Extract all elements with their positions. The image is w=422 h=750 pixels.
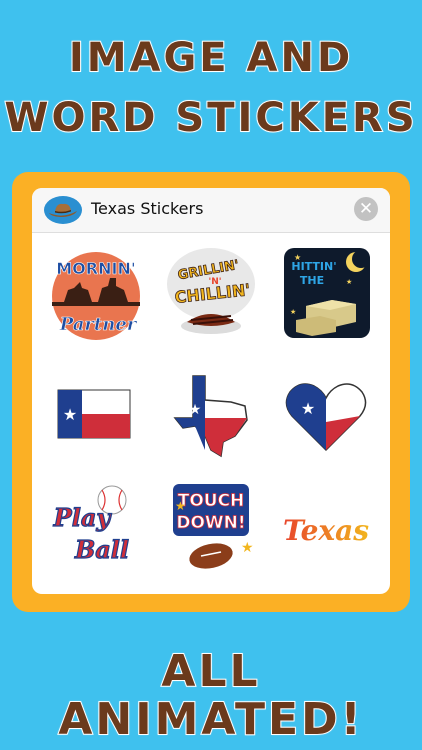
close-button[interactable]: ✕ xyxy=(354,197,378,221)
hittin-text: HITTIN' xyxy=(291,260,336,273)
sticker-texas-script[interactable]: Texas xyxy=(276,480,376,580)
sticker-pack-title: Texas Stickers xyxy=(91,199,204,218)
ball-text: Ball xyxy=(74,535,129,564)
sticker-texas-flag[interactable]: ★ xyxy=(46,362,146,462)
sticker-grid: MORNIN' Partner GRILLIN' 'N' CHILLIN' ★ … xyxy=(32,232,390,594)
svg-text:★: ★ xyxy=(290,308,296,316)
sticker-texas-map-flag[interactable]: ★ xyxy=(161,362,261,462)
svg-text:★: ★ xyxy=(175,499,186,513)
texas-script-text: Texas xyxy=(283,514,369,547)
svg-text:★: ★ xyxy=(346,278,352,286)
touch-text: TOUCH xyxy=(178,491,245,511)
sticker-hittin-the-hay[interactable]: ★ ★ ★ HITTIN' THE xyxy=(276,244,376,344)
mornin-text: MORNIN' xyxy=(56,259,135,278)
close-icon: ✕ xyxy=(358,199,374,219)
headline-line-1: IMAGE AND xyxy=(68,35,354,81)
partner-text: Partner xyxy=(59,314,138,335)
svg-text:★: ★ xyxy=(189,402,202,418)
svg-text:★: ★ xyxy=(63,405,77,424)
the-text: THE xyxy=(300,274,324,287)
cowboy-hat-icon xyxy=(44,196,82,224)
play-text: Play xyxy=(53,503,113,532)
svg-text:★: ★ xyxy=(301,399,315,418)
sticker-touch-down[interactable]: TOUCH DOWN! ★ ★ xyxy=(161,480,261,580)
sticker-panel-header: Texas Stickers ✕ xyxy=(32,188,390,233)
sticker-texas-heart[interactable]: ★ xyxy=(276,362,376,462)
svg-text:★: ★ xyxy=(241,540,254,556)
down-text: DOWN! xyxy=(176,513,245,533)
sticker-mornin-partner[interactable]: MORNIN' Partner xyxy=(46,244,146,344)
sticker-panel: Texas Stickers ✕ MORNIN' Partner GRILLIN… xyxy=(32,188,390,594)
sticker-play-ball[interactable]: Play Ball xyxy=(46,480,146,580)
headline-line-3: ALL ANIMATED! xyxy=(57,646,364,745)
headline-line-2: WORD STICKERS xyxy=(3,95,418,141)
sticker-grillin-n-chillin[interactable]: GRILLIN' 'N' CHILLIN' xyxy=(161,244,261,344)
